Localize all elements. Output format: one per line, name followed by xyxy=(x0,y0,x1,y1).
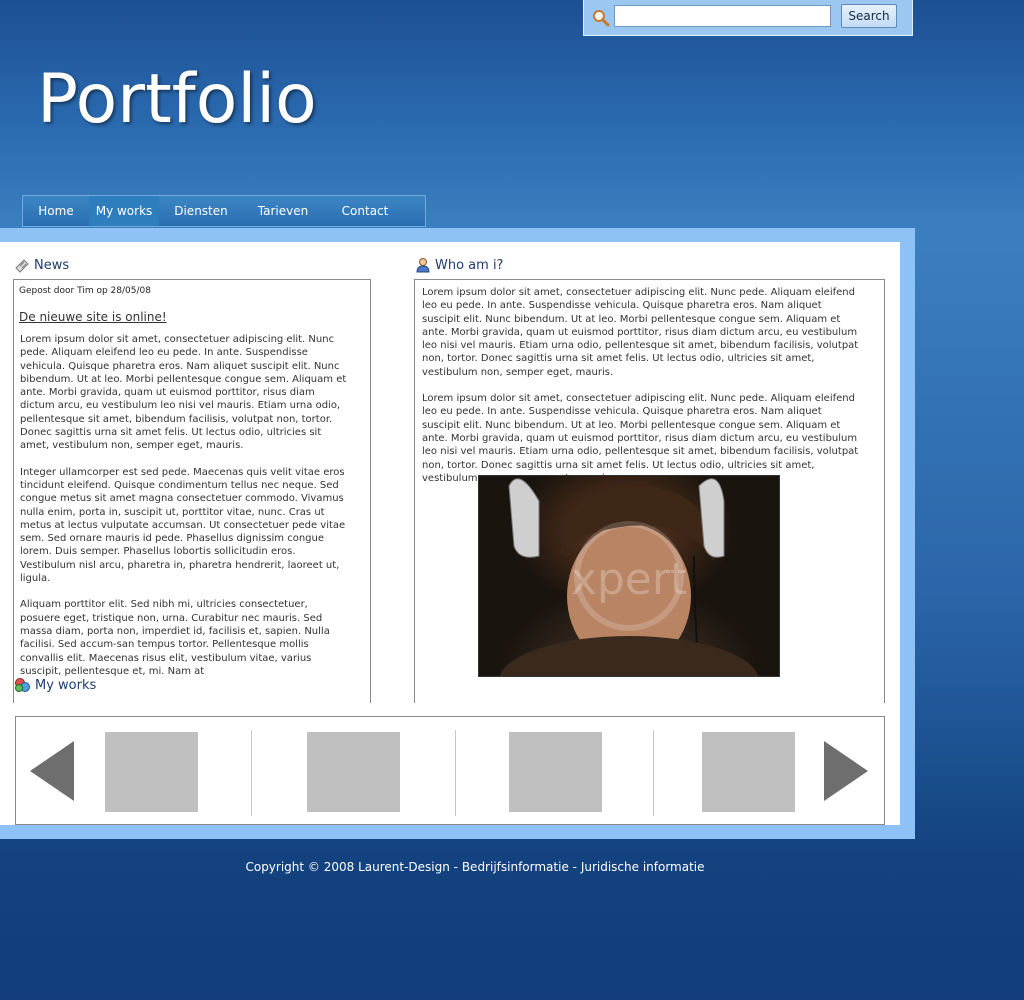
footer-copyright: Copyright © 2008 Laurent-Design xyxy=(245,860,450,874)
search-button[interactable]: Search xyxy=(841,4,897,28)
footer: Copyright © 2008 Laurent-Design - Bedrij… xyxy=(0,860,950,874)
works-title: My works xyxy=(35,677,97,693)
who-title: Who am i? xyxy=(435,257,504,273)
news-title: News xyxy=(34,257,70,273)
who-paragraph: Lorem ipsum dolor sit amet, consectetuer… xyxy=(422,393,859,484)
nav-item-contact[interactable]: Contact xyxy=(323,196,407,226)
who-box: Lorem ipsum dolor sit amet, consectetuer… xyxy=(414,279,885,703)
search-input[interactable] xyxy=(614,5,831,27)
nav-item-tarieven[interactable]: Tarieven xyxy=(243,196,323,226)
thumbnail-divider xyxy=(455,730,456,816)
news-headline-link[interactable]: De nieuwe site is online! xyxy=(19,310,167,324)
headphones-portrait-image: xpert xyxy=(499,478,759,676)
nav-item-my-works[interactable]: My works xyxy=(89,196,159,226)
who-body: Lorem ipsum dolor sit amet, consectetuer… xyxy=(422,286,862,498)
footer-link-bedrijfsinformatie[interactable]: Bedrijfsinformatie xyxy=(462,860,569,874)
work-thumbnail[interactable] xyxy=(105,732,198,812)
works-header: My works xyxy=(14,677,96,693)
works-carousel xyxy=(15,716,885,825)
news-meta: Gepost door Tim op 28/05/08 xyxy=(19,286,151,296)
newspaper-icon xyxy=(15,259,29,273)
news-box: Gepost door Tim op 28/05/08 De nieuwe si… xyxy=(13,279,371,703)
content-panel-inner: News Who am i? Gepost door Tim op 28/05/… xyxy=(0,242,900,825)
works-icon xyxy=(15,678,30,692)
news-paragraph: Aliquam porttitor elit. Sed nibh mi, ult… xyxy=(20,599,330,677)
footer-separator: - xyxy=(568,860,581,874)
work-thumbnail[interactable] xyxy=(307,732,400,812)
news-body: Lorem ipsum dolor sit amet, consectetuer… xyxy=(20,333,350,691)
news-header: News xyxy=(14,257,69,273)
thumbnail-divider xyxy=(653,730,654,816)
news-paragraph: Integer ullamcorper est sed pede. Maecen… xyxy=(20,466,346,585)
carousel-prev-arrow-icon[interactable] xyxy=(30,741,74,801)
carousel-next-arrow-icon[interactable] xyxy=(824,741,868,801)
nav-item-diensten[interactable]: Diensten xyxy=(159,196,243,226)
search-bar: Search xyxy=(583,0,913,36)
who-paragraph: Lorem ipsum dolor sit amet, consectetuer… xyxy=(422,287,859,378)
news-paragraph: Lorem ipsum dolor sit amet, consectetuer… xyxy=(20,334,347,452)
footer-link-juridische-informatie[interactable]: Juridische informatie xyxy=(581,860,705,874)
work-thumbnail[interactable] xyxy=(509,732,602,812)
footer-separator: - xyxy=(449,860,462,874)
content-panel: News Who am i? Gepost door Tim op 28/05/… xyxy=(0,228,915,839)
who-header: Who am i? xyxy=(415,257,503,273)
profile-photo: xpert xyxy=(478,475,780,677)
site-title: Portfolio xyxy=(37,60,317,139)
main-nav: Home My works Diensten Tarieven Contact xyxy=(22,195,426,227)
photo-watermark: xpert xyxy=(571,554,687,605)
thumbnail-divider xyxy=(251,730,252,816)
nav-item-home[interactable]: Home xyxy=(23,196,89,226)
search-icon xyxy=(593,10,610,27)
user-icon xyxy=(416,258,430,273)
work-thumbnail[interactable] xyxy=(702,732,795,812)
